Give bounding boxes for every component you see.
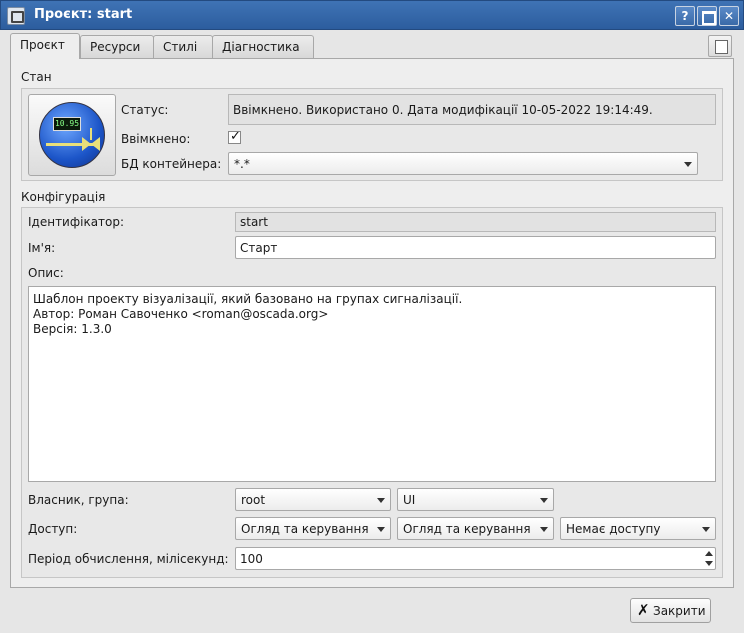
description-line: Шаблон проекту візуалізації, який базова… — [33, 292, 463, 306]
valve-icon — [82, 137, 91, 151]
access-other-select[interactable]: Немає доступу — [560, 517, 716, 540]
check-icon: ✓ — [230, 129, 241, 144]
close-icon: ✗ — [637, 601, 650, 619]
tab-resources[interactable]: Ресурси — [80, 35, 154, 58]
project-icon[interactable]: 10.95 — [28, 94, 116, 176]
access-owner-value: Огляд та керування — [241, 522, 369, 536]
owner-value: root — [241, 493, 266, 507]
chevron-down-icon — [540, 527, 548, 532]
spin-up-icon[interactable] — [703, 549, 715, 559]
owner-label: Власник, група: — [28, 493, 129, 507]
access-other-value: Немає доступу — [566, 522, 661, 536]
access-group-select[interactable]: Огляд та керування — [397, 517, 554, 540]
enabled-checkbox[interactable]: ✓ — [228, 129, 241, 144]
chevron-down-icon — [684, 162, 692, 167]
owner-select[interactable]: root — [235, 488, 391, 511]
title-bar: Проєкт: start ? ✕ — [0, 0, 744, 30]
tab-project[interactable]: Проєкт — [10, 33, 80, 59]
chevron-down-icon — [540, 498, 548, 503]
close-window-button[interactable]: ✕ — [719, 6, 739, 26]
tab-diagnostics[interactable]: Діагностика — [212, 35, 314, 58]
access-group-value: Огляд та керування — [403, 522, 531, 536]
maximize-button[interactable] — [697, 6, 717, 26]
display-icon: 10.95 — [53, 117, 81, 131]
chevron-down-icon — [377, 527, 385, 532]
status-label: Статус: — [121, 103, 169, 117]
group-value: UI — [403, 493, 416, 507]
access-owner-select[interactable]: Огляд та керування — [235, 517, 391, 540]
period-value: 100 — [240, 552, 263, 566]
id-field: start — [235, 212, 716, 232]
enabled-label: Ввімкнено: — [121, 132, 191, 146]
window-title: Проєкт: start — [34, 7, 133, 22]
period-label: Період обчислення, мілісекунд: — [28, 552, 229, 566]
status-field: Ввімкнено. Використано 0. Дата модифікац… — [228, 94, 716, 125]
close-button[interactable]: ✗ Закрити — [630, 598, 711, 623]
group-select[interactable]: UI — [397, 488, 554, 511]
help-button[interactable]: ? — [675, 6, 695, 26]
description-line: Автор: Роман Савоченко <roman@oscada.org… — [33, 307, 329, 321]
access-label: Доступ: — [28, 522, 78, 536]
tab-styles[interactable]: Стилі — [153, 35, 213, 58]
config-section-title: Конфігурація — [21, 190, 106, 204]
description-label: Опис: — [28, 266, 64, 280]
state-section-title: Стан — [21, 70, 52, 84]
name-label: Ім'я: — [28, 241, 56, 255]
description-textarea[interactable]: Шаблон проекту візуалізації, який базова… — [28, 286, 716, 482]
db-container-value: *.* — [234, 157, 250, 171]
close-button-label: Закрити — [653, 604, 706, 618]
page-icon[interactable] — [708, 35, 732, 57]
app-icon — [7, 7, 25, 25]
db-container-select[interactable]: *.* — [228, 152, 698, 175]
db-label: БД контейнера: — [121, 157, 222, 171]
chevron-down-icon — [377, 498, 385, 503]
spin-down-icon[interactable] — [703, 559, 715, 569]
period-spinbox[interactable]: 100 — [235, 547, 716, 570]
name-input[interactable]: Старт — [235, 236, 716, 259]
description-line: Версія: 1.3.0 — [33, 322, 112, 336]
globe-icon: 10.95 — [39, 102, 105, 168]
id-label: Ідентифікатор: — [28, 215, 125, 229]
chevron-down-icon — [702, 527, 710, 532]
